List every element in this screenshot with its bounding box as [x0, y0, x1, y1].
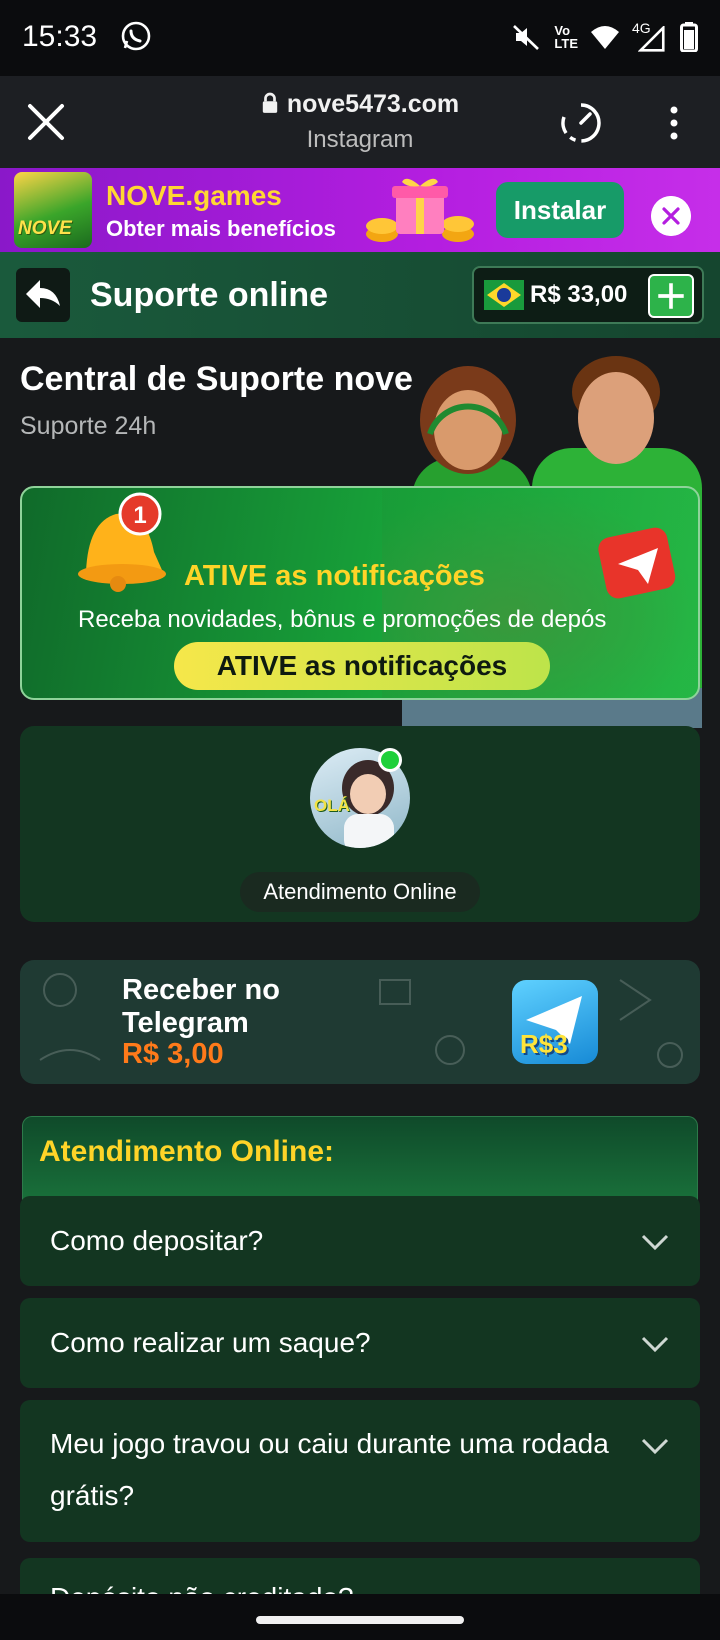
- telegram-title: Receber no Telegram: [122, 974, 280, 1039]
- notification-title: ATIVE as notificações: [184, 560, 485, 592]
- faq-item-game-crashed[interactable]: Meu jogo travou ou caiu durante uma roda…: [20, 1400, 700, 1542]
- telegram-reward-card[interactable]: Receber no Telegram R$ 3,00 R$3: [20, 960, 700, 1084]
- notification-description: Receba novidades, bônus e promoções de d…: [78, 606, 607, 633]
- install-banner: NOVE NOVE.games Obter mais benefícios In…: [0, 168, 720, 252]
- faq-item-deposit-not-credited[interactable]: Depósito não creditado?: [20, 1558, 700, 1594]
- faq-heading-box: Atendimento Online:: [22, 1116, 698, 1200]
- chevron-down-icon: [641, 1234, 669, 1251]
- faq-question: Como realizar um saque?: [50, 1327, 371, 1358]
- online-support-card[interactable]: OLÁ Atendimento Online: [20, 726, 700, 922]
- install-button[interactable]: Instalar: [496, 182, 624, 238]
- volte-icon: Vo LTE: [554, 23, 578, 51]
- central-title: Central de Suporte nove: [20, 360, 413, 398]
- wifi-icon: [591, 26, 619, 49]
- balance-widget[interactable]: R$ 33,00: [472, 266, 704, 324]
- enable-notifications-button[interactable]: ATIVE as notificações: [174, 642, 550, 690]
- url-display[interactable]: nove5473.com: [0, 90, 720, 119]
- deposit-plus-button[interactable]: [648, 274, 694, 318]
- overflow-menu-icon[interactable]: [670, 106, 678, 140]
- back-button[interactable]: [16, 268, 70, 322]
- cell-signal-icon: 4G: [632, 21, 668, 52]
- telegram-icon: R$3: [512, 980, 598, 1064]
- lock-icon: [262, 92, 278, 113]
- faq-item-withdraw[interactable]: Como realizar um saque?: [20, 1298, 700, 1388]
- faq-item-deposit[interactable]: Como depositar?: [20, 1196, 700, 1286]
- balance-amount: R$ 33,00: [530, 281, 628, 308]
- telegram-icon-text: R$3: [520, 1029, 568, 1059]
- brazil-flag-icon: [484, 280, 524, 310]
- plus-icon: [658, 283, 684, 309]
- browser-subtitle: Instagram: [306, 126, 414, 153]
- faq-heading: Atendimento Online:: [39, 1135, 334, 1168]
- app-logo-text: NOVE: [18, 218, 72, 239]
- whatsapp-icon: [121, 21, 151, 51]
- paper-plane-icon: [598, 527, 676, 599]
- back-arrow-icon: [26, 280, 60, 308]
- online-status-dot: [378, 748, 402, 772]
- browser-toolbar: nove5473.com Instagram: [0, 76, 720, 168]
- banner-close-icon[interactable]: [651, 196, 691, 236]
- page-header: Suporte online R$ 33,00: [0, 252, 720, 338]
- avatar-greeting: OLÁ: [314, 796, 350, 815]
- notification-badge-count: 1: [133, 502, 146, 529]
- battery-icon: [680, 22, 698, 52]
- online-support-label: Atendimento Online: [240, 872, 480, 912]
- faq-question: Depósito não creditado?: [50, 1572, 354, 1594]
- url-text: nove5473.com: [286, 90, 460, 118]
- status-bar: 15:33 Vo LTE 4G: [0, 0, 720, 76]
- gift-coins-icon: [366, 178, 474, 242]
- faq-question: Meu jogo travou ou caiu durante uma roda…: [50, 1428, 609, 1511]
- bell-icon: 1: [78, 492, 166, 592]
- main-content: Central de Suporte nove Suporte 24h 1 AT…: [0, 338, 720, 1594]
- chevron-down-icon: [641, 1438, 669, 1455]
- app-logo: NOVE: [14, 172, 92, 248]
- app-name: NOVE.games: [106, 180, 282, 211]
- central-subtitle: Suporte 24h: [20, 412, 157, 440]
- status-time: 15:33: [22, 20, 98, 53]
- faq-question: Como depositar?: [50, 1225, 264, 1256]
- mute-icon: [513, 25, 540, 50]
- telegram-amount: R$ 3,00: [122, 1038, 224, 1070]
- page-title: Suporte online: [90, 276, 328, 314]
- chevron-down-icon: [641, 1336, 669, 1353]
- speed-timer-icon[interactable]: [558, 100, 604, 146]
- navigation-bar: [0, 1594, 720, 1640]
- notification-card[interactable]: 1 ATIVE as notificações Receba novidades…: [20, 486, 700, 700]
- app-subtitle: Obter mais benefícios: [106, 216, 336, 241]
- gesture-handle[interactable]: [256, 1616, 464, 1624]
